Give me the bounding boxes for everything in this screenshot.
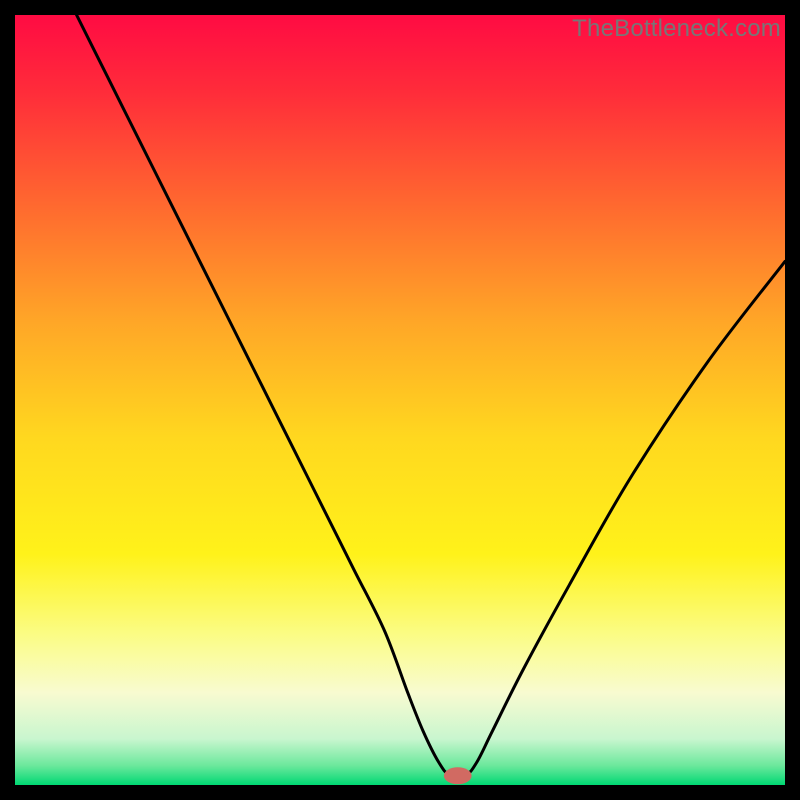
optimal-point-marker	[444, 767, 472, 784]
chart-svg	[15, 15, 785, 785]
chart-frame: TheBottleneck.com	[15, 15, 785, 785]
watermark-text: TheBottleneck.com	[572, 15, 781, 43]
